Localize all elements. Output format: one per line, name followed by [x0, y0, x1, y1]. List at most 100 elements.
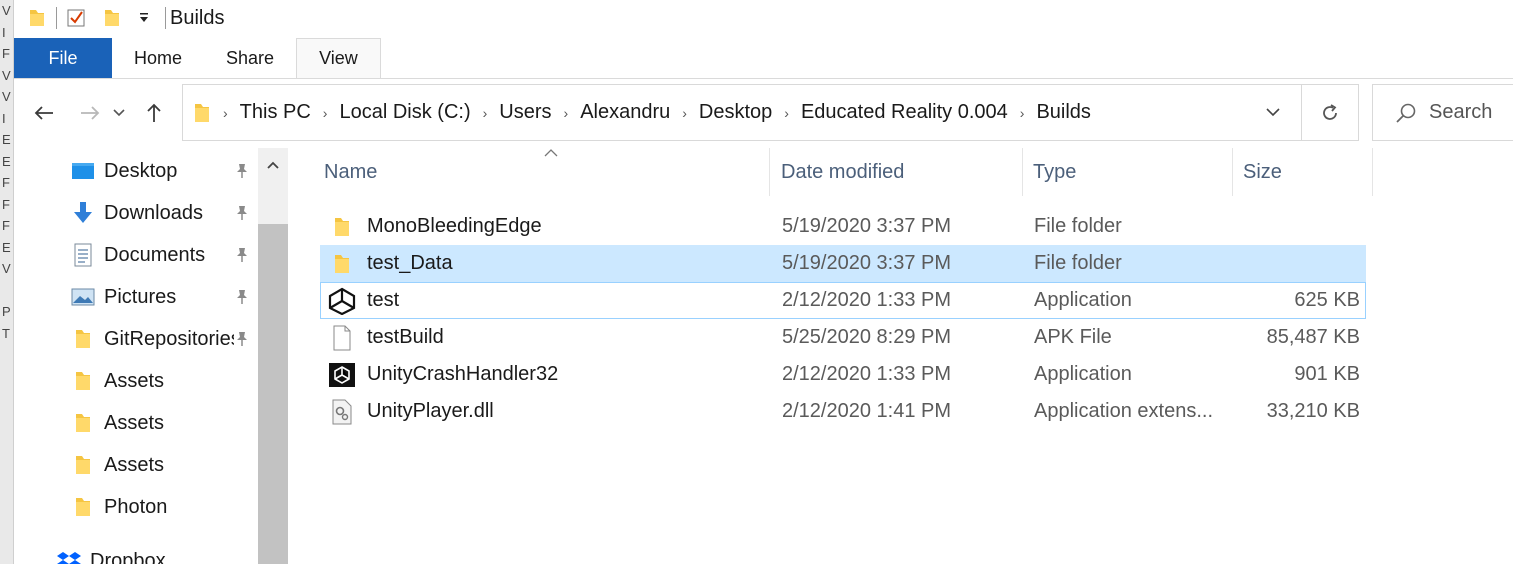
file-date: 5/19/2020 3:37 PM — [782, 252, 952, 274]
downloads-icon — [70, 200, 96, 226]
pin-icon[interactable] — [232, 287, 252, 307]
folder-icon — [325, 249, 359, 279]
breadcrumb-builds[interactable]: Builds — [1026, 101, 1100, 124]
file-name: test_Data — [367, 252, 453, 274]
file-type: Application — [1034, 289, 1132, 311]
chevron-right-icon[interactable]: › — [562, 105, 571, 121]
file-list: Name Date modified Type Size MonoBleedin… — [304, 148, 1513, 564]
address-history-button[interactable] — [1245, 85, 1301, 140]
breadcrumb-local-disk[interactable]: Local Disk (C:) — [329, 101, 480, 124]
file-date: 2/12/2020 1:33 PM — [782, 363, 952, 385]
back-button[interactable] — [26, 95, 62, 131]
file-row-test[interactable]: test 2/12/2020 1:33 PM Application 625 K… — [320, 282, 1366, 319]
pin-icon[interactable] — [232, 245, 252, 265]
tab-file[interactable]: File — [14, 38, 112, 78]
file-size — [1234, 209, 1360, 244]
documents-icon — [70, 242, 96, 268]
sidebar-item-label: Desktop — [104, 159, 178, 182]
folder-icon — [70, 494, 96, 520]
forward-arrow-icon — [81, 106, 100, 120]
sidebar-item-dropbox[interactable]: Dropbox — [56, 540, 246, 564]
file-name: UnityPlayer.dll — [367, 400, 494, 422]
file-type: File folder — [1034, 252, 1122, 274]
file-row-test-data[interactable]: test_Data 5/19/2020 3:37 PM File folder — [320, 245, 1366, 282]
folder-icon — [70, 368, 96, 394]
search-input[interactable]: Search — [1429, 101, 1492, 124]
breadcrumb-alexandru[interactable]: Alexandru — [570, 101, 680, 124]
folder-icon — [70, 452, 96, 478]
tab-view[interactable]: View — [296, 38, 381, 78]
chevron-right-icon[interactable]: › — [1018, 105, 1027, 121]
up-button[interactable] — [136, 95, 172, 131]
sidebar-item-label: Pictures — [104, 285, 177, 308]
breadcrumb-educated-reality[interactable]: Educated Reality 0.004 — [791, 101, 1018, 124]
file-row-monobleedingedge[interactable]: MonoBleedingEdge 5/19/2020 3:37 PM File … — [320, 208, 1366, 245]
background-text: I — [2, 110, 6, 126]
address-bar[interactable]: › This PC › Local Disk (C:) › Users › Al… — [182, 84, 1359, 141]
scroll-up-button[interactable] — [258, 148, 288, 182]
sidebar-item-label: Downloads — [104, 201, 203, 224]
sidebar-item-label: Assets — [104, 411, 165, 434]
tab-home[interactable]: Home — [112, 38, 204, 78]
window-title: Builds — [170, 6, 225, 29]
breadcrumb-desktop[interactable]: Desktop — [689, 101, 782, 124]
background-text: F — [2, 175, 10, 190]
background-text: T — [2, 325, 10, 341]
navigation-row: › This PC › Local Disk (C:) › Users › Al… — [14, 84, 1513, 142]
background-text: E — [2, 132, 11, 147]
sort-ascending-icon — [544, 144, 558, 160]
column-header-name[interactable]: Name — [314, 148, 770, 196]
sidebar-item-label: Photon — [104, 495, 168, 518]
file-name-cell: test_Data — [325, 246, 765, 281]
customize-toolbar-dropdown-icon[interactable] — [133, 7, 155, 29]
recent-locations-button[interactable] — [108, 95, 130, 131]
column-header-date-modified[interactable]: Date modified — [771, 148, 1023, 196]
file-row-testbuild[interactable]: testBuild 5/25/2020 8:29 PM APK File 85,… — [320, 319, 1366, 356]
back-arrow-icon — [34, 106, 53, 120]
refresh-icon — [1323, 103, 1337, 120]
divider — [56, 7, 57, 29]
sidebar-item-assets[interactable]: Assets — [70, 444, 260, 486]
scrollbar-thumb[interactable] — [258, 224, 288, 564]
refresh-button[interactable] — [1301, 85, 1358, 140]
chevron-right-icon[interactable]: › — [221, 105, 230, 121]
file-date: 2/12/2020 1:41 PM — [782, 400, 952, 422]
column-header-size[interactable]: Size — [1233, 148, 1373, 196]
tab-share[interactable]: Share — [204, 38, 296, 78]
properties-checkmark-icon[interactable] — [65, 7, 87, 29]
pin-icon[interactable] — [232, 329, 252, 349]
file-row-unitycrashhandler32[interactable]: UnityCrashHandler32 2/12/2020 1:33 PM Ap… — [320, 356, 1366, 393]
file-name: MonoBleedingEdge — [367, 215, 542, 237]
background-text: F — [2, 46, 10, 61]
pictures-icon — [70, 284, 96, 310]
file-size — [1234, 246, 1360, 281]
search-icon — [1396, 103, 1416, 123]
file-name-cell: UnityPlayer.dll — [325, 394, 765, 429]
chevron-right-icon[interactable]: › — [481, 105, 490, 121]
sidebar-item-assets[interactable]: Assets — [70, 402, 260, 444]
file-name-cell: UnityCrashHandler32 — [325, 357, 765, 392]
ribbon-tabs: File Home Share View — [14, 38, 1513, 79]
pin-icon[interactable] — [232, 161, 252, 181]
file-type: Application extens... — [1034, 400, 1213, 422]
chevron-right-icon[interactable]: › — [680, 105, 689, 121]
file-row-unityplayer-dll[interactable]: UnityPlayer.dll 2/12/2020 1:41 PM Applic… — [320, 393, 1366, 430]
breadcrumb-users[interactable]: Users — [489, 101, 561, 124]
breadcrumb-this-pc[interactable]: This PC — [230, 101, 321, 124]
background-text: V — [2, 3, 11, 18]
up-arrow-icon — [147, 103, 161, 122]
chevron-right-icon[interactable]: › — [321, 105, 330, 121]
background-window-strip: V I F V V I E E F F F E V P T — [0, 0, 14, 564]
navigation-scrollbar[interactable] — [258, 148, 288, 564]
background-text: I — [2, 24, 6, 40]
column-header-type[interactable]: Type — [1023, 148, 1233, 196]
file-size: 625 KB — [1294, 289, 1360, 311]
dropbox-icon — [56, 548, 82, 564]
chevron-right-icon[interactable]: › — [782, 105, 791, 121]
forward-button[interactable] — [72, 95, 108, 131]
sidebar-item-photon[interactable]: Photon — [70, 486, 260, 528]
sidebar-item-assets[interactable]: Assets — [70, 360, 260, 402]
search-box[interactable]: Search — [1372, 84, 1513, 141]
new-folder-icon[interactable] — [101, 7, 123, 29]
pin-icon[interactable] — [232, 203, 252, 223]
